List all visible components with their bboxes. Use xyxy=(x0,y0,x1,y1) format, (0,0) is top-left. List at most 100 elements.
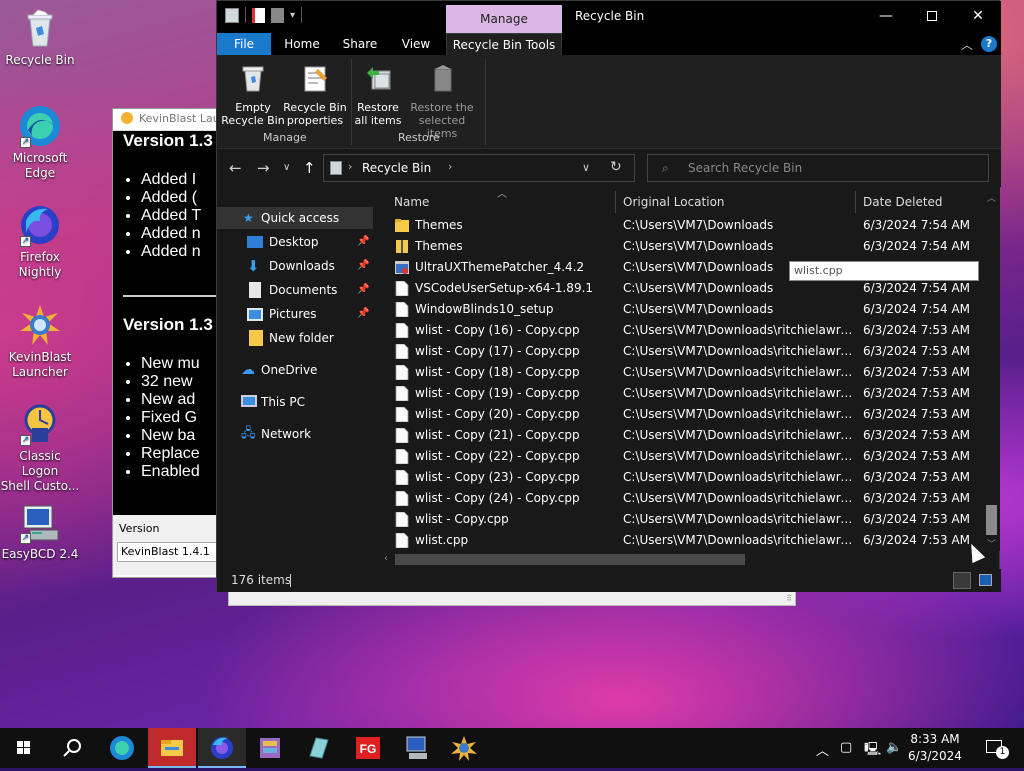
qat-dropdown-icon[interactable]: ▾ xyxy=(290,10,295,21)
address-dropdown-icon[interactable]: ∨ xyxy=(582,161,590,174)
file-row[interactable]: wlist - Copy (22) - Copy.cpp C:\Users\VM7… xyxy=(381,446,987,467)
breadcrumb-separator-icon[interactable]: › xyxy=(348,160,352,173)
nav-quick-access[interactable]: ★ Quick access xyxy=(217,207,373,229)
search-box[interactable]: ⌕ Search Recycle Bin xyxy=(647,154,989,182)
file-row[interactable]: wlist - Copy.cpp C:\Users\VM7\Downloads\r… xyxy=(381,509,987,530)
desktop-icon-kevinblast[interactable]: KevinBlast Launcher xyxy=(0,303,80,380)
desktop-icon-easybcd[interactable]: ↗ EasyBCD 2.4 xyxy=(0,500,80,562)
taskbar-winrar[interactable] xyxy=(246,728,294,768)
nav-onedrive[interactable]: ☁ OneDrive xyxy=(217,359,373,381)
minimize-button[interactable]: — xyxy=(863,1,909,33)
desktop-icon-firefox-nightly[interactable]: ↗ Firefox Nightly xyxy=(0,203,80,280)
file-row[interactable]: Themes C:\Users\VM7\Downloads 6/3/2024 7:5… xyxy=(381,215,987,236)
breadcrumb-separator-icon[interactable]: › xyxy=(448,160,452,173)
resize-grip-icon[interactable]: ⠿ xyxy=(786,594,792,603)
vertical-scrollbar[interactable]: ︿ ﹀ xyxy=(983,187,1000,551)
horizontal-scrollbar[interactable]: ‹ › xyxy=(381,551,983,568)
column-divider[interactable] xyxy=(615,191,616,213)
back-arrow-icon[interactable]: ← xyxy=(229,159,242,177)
file-row[interactable]: wlist - Copy (23) - Copy.cpp C:\Users\VM7… xyxy=(381,467,987,488)
taskbar-app[interactable] xyxy=(294,728,342,768)
pin-icon[interactable]: 📌 xyxy=(357,255,369,277)
nav-pictures[interactable]: Pictures 📌 xyxy=(217,303,373,325)
help-icon[interactable]: ? xyxy=(981,36,997,52)
tab-home[interactable]: Home xyxy=(277,33,327,55)
file-row[interactable]: VSCodeUserSetup-x64-1.89.1 C:\Users\VM7\D… xyxy=(381,278,987,299)
nav-network[interactable]: 🖧 Network xyxy=(217,423,373,445)
scroll-thumb[interactable] xyxy=(395,554,745,565)
file-row[interactable]: Themes C:\Users\VM7\Downloads 6/3/2024 7:5… xyxy=(381,236,987,257)
scroll-up-icon[interactable]: ︿ xyxy=(987,191,996,204)
column-original-location[interactable]: Original Location xyxy=(623,195,725,209)
taskbar-easybcd[interactable] xyxy=(392,728,440,768)
taskbar-kevinblast[interactable] xyxy=(440,728,488,768)
notification-center-button[interactable]: 1 xyxy=(976,728,1016,768)
pin-icon[interactable]: 📌 xyxy=(357,279,369,301)
pin-icon[interactable]: 📌 xyxy=(357,303,369,325)
nav-this-pc[interactable]: This PC xyxy=(217,391,373,413)
taskbar-edge[interactable] xyxy=(98,728,146,768)
file-row[interactable]: wlist - Copy (17) - Copy.cpp C:\Users\VM7… xyxy=(381,341,987,362)
recycle-bin-properties-button[interactable]: Recycle Bin properties xyxy=(283,61,347,127)
file-row[interactable]: wlist.cpp C:\Users\VM7\Downloads\ritchiel… xyxy=(381,530,987,551)
start-button[interactable] xyxy=(0,728,48,768)
column-name[interactable]: Name xyxy=(394,195,429,209)
device-icon[interactable]: ▢ xyxy=(840,740,852,755)
network-status-icon[interactable]: 🖳 xyxy=(864,740,881,762)
recent-locations-chevron-icon[interactable]: ∨ xyxy=(283,162,290,173)
file-row[interactable]: wlist - Copy (24) - Copy.cpp C:\Users\VM7… xyxy=(381,488,987,509)
kevinblast-titlebar[interactable]: KevinBlast Lau xyxy=(113,109,221,131)
kevinblast-window[interactable]: KevinBlast Lau Version 1.3 Added I Added… xyxy=(112,108,222,578)
recycle-bin-small-icon[interactable] xyxy=(225,7,239,23)
file-row[interactable]: WindowBlinds10_setup C:\Users\VM7\Downloa… xyxy=(381,299,987,320)
file-row[interactable]: wlist - Copy (21) - Copy.cpp C:\Users\VM7… xyxy=(381,425,987,446)
maximize-button[interactable] xyxy=(909,1,955,33)
desktop-icon-classic-logon[interactable]: ↗ Classic Logon Shell Custo... xyxy=(0,402,80,494)
address-bar[interactable]: › Recycle Bin › ∨ ↻ xyxy=(323,154,635,182)
taskbar-firefox-nightly[interactable] xyxy=(198,728,246,768)
pin-icon[interactable]: 📌 xyxy=(357,231,369,253)
up-arrow-icon[interactable]: ↑ xyxy=(303,159,316,177)
clock[interactable]: 8:33 AM 6/3/2024 xyxy=(905,731,965,765)
tab-recycle-bin-tools[interactable]: Recycle Bin Tools xyxy=(446,33,562,55)
forward-arrow-icon[interactable]: → xyxy=(257,159,270,177)
show-hidden-icons-icon[interactable]: ︿ xyxy=(816,740,829,759)
explorer-titlebar[interactable]: ▾ Manage Recycle Bin — ✕ xyxy=(217,1,1001,33)
file-row[interactable]: wlist - Copy (18) - Copy.cpp C:\Users\VM7… xyxy=(381,362,987,383)
properties-qat-icon[interactable] xyxy=(252,7,265,23)
nav-new-folder[interactable]: New folder xyxy=(217,327,373,349)
scroll-down-icon[interactable]: ﹀ xyxy=(987,537,996,550)
close-button[interactable]: ✕ xyxy=(955,1,1001,33)
tab-file[interactable]: File xyxy=(217,33,271,55)
collapse-ribbon-icon[interactable]: ︿ xyxy=(961,36,973,53)
column-date-deleted[interactable]: Date Deleted xyxy=(863,195,943,209)
large-icons-view-icon[interactable] xyxy=(979,574,992,586)
scroll-left-icon[interactable]: ‹ xyxy=(384,553,388,564)
scroll-thumb[interactable] xyxy=(986,505,997,535)
details-view-icon[interactable] xyxy=(953,572,971,589)
column-divider[interactable] xyxy=(855,191,856,213)
manage-contextual-tab[interactable]: Manage xyxy=(446,5,562,33)
taskbar-search-button[interactable] xyxy=(48,728,96,768)
version-field[interactable]: KevinBlast 1.4.1 xyxy=(117,542,221,562)
file-row[interactable]: wlist - Copy (20) - Copy.cpp C:\Users\VM7… xyxy=(381,404,987,425)
file-row[interactable]: wlist - Copy (16) - Copy.cpp C:\Users\VM7… xyxy=(381,320,987,341)
restore-selected-items-button[interactable]: Restore the selected items xyxy=(405,61,479,140)
desktop-icon-recycle-bin[interactable]: Recycle Bin xyxy=(0,6,80,68)
restore-all-items-button[interactable]: Restore all items xyxy=(353,61,403,127)
nav-documents[interactable]: Documents 📌 xyxy=(217,279,373,301)
volume-muted-icon[interactable]: 🔈 xyxy=(886,740,902,755)
tab-view[interactable]: View xyxy=(393,33,439,55)
nav-downloads[interactable]: ⬇ Downloads 📌 xyxy=(217,255,373,277)
taskbar-fg[interactable]: FG xyxy=(344,728,392,768)
tab-share[interactable]: Share xyxy=(335,33,385,55)
nav-desktop[interactable]: Desktop 📌 xyxy=(217,231,373,253)
file-row[interactable]: wlist - Copy (19) - Copy.cpp C:\Users\VM7… xyxy=(381,383,987,404)
refresh-icon[interactable]: ↻ xyxy=(610,159,622,175)
new-folder-qat-icon[interactable] xyxy=(271,7,284,23)
file-explorer-window[interactable]: ▾ Manage Recycle Bin — ✕ File Home Share… xyxy=(216,0,1001,592)
breadcrumb-recycle-bin[interactable]: Recycle Bin xyxy=(362,161,431,175)
empty-recycle-bin-button[interactable]: Empty Recycle Bin xyxy=(221,61,285,127)
taskbar-file-explorer[interactable] xyxy=(148,728,196,768)
desktop-icon-edge[interactable]: ↗ Microsoft Edge xyxy=(0,104,80,181)
